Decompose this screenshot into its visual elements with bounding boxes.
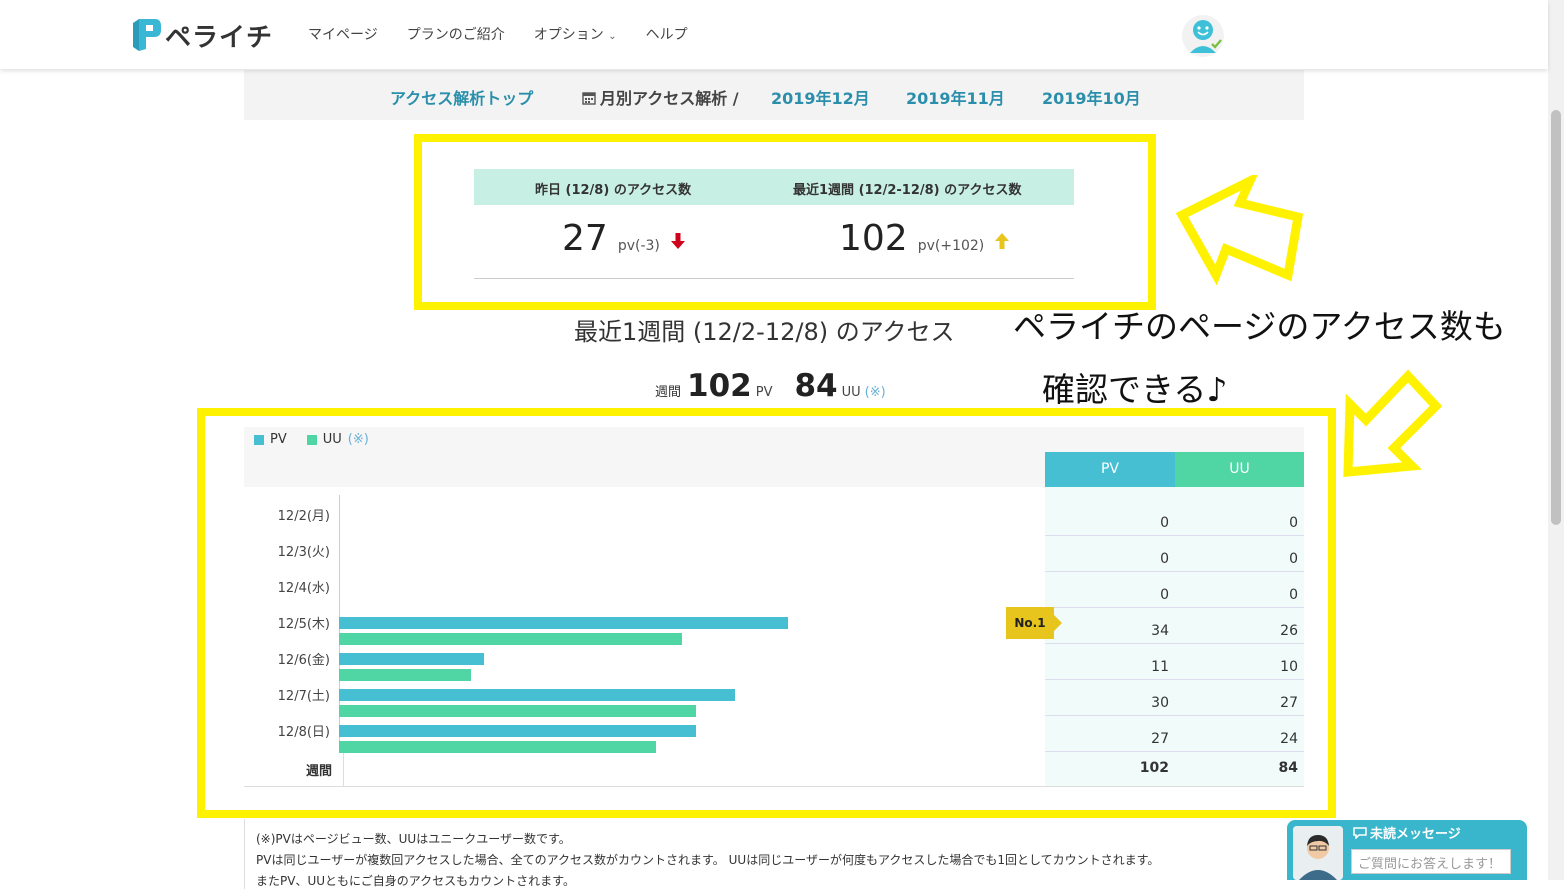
highlight-box-stats [414,134,1156,310]
logo[interactable]: ペライチ [133,16,273,54]
footnote-1: (※)PVはページビュー数、UUはユニークユーザー数です。 [256,832,571,846]
user-avatar-icon[interactable] [1182,15,1224,57]
highlight-box-chart [197,408,1336,818]
nav-options[interactable]: オプション ⌄ [534,24,617,44]
chat-bubble-icon [1353,827,1367,840]
chat-widget[interactable]: 未読メッセージ ご質問にお答えします！ [1287,820,1527,880]
monthly-access-label: 月別アクセス解析 / [582,85,739,109]
calendar-icon [582,92,596,105]
chat-title: 未読メッセージ [1353,823,1461,842]
main-nav: マイページ プランのご紹介 オプション ⌄ ヘルプ [308,24,688,44]
week-summary: 週間 102 PV 84 UU (※) [655,368,886,404]
chat-question-input[interactable]: ご質問にお答えします！ [1351,849,1511,874]
page-scrollbar[interactable] [1548,0,1564,880]
access-subnav: アクセス解析トップ 月別アクセス解析 / 2019年12月 2019年11月 2… [244,70,1304,120]
month-link-2019-11[interactable]: 2019年11月 [906,85,1005,109]
support-person-icon [1293,826,1343,880]
footnote-2: PVは同じユーザーが複数回アクセスした場合、全てのアクセス数がカウントされます。… [256,853,1160,867]
chevron-down-icon: ⌄ [608,31,617,42]
week-summary-uu-unit: UU [841,385,861,400]
week-summary-pv-unit: PV [755,385,773,400]
support-avatar [1293,826,1343,880]
annotation-line-2: 確認できる♪ [1042,370,1228,409]
week-summary-uu: 84 [794,368,838,404]
month-link-2019-12[interactable]: 2019年12月 [771,85,870,109]
week-summary-note[interactable]: (※) [865,385,886,400]
scrollbar-thumb[interactable] [1551,110,1561,525]
access-top-link[interactable]: アクセス解析トップ [390,85,533,109]
annotation-line-1: ペライチのページのアクセス数も [1013,307,1506,346]
annotation-arrow-lower-icon [1343,369,1443,477]
top-header: ペライチ マイページ プランのご紹介 オプション ⌄ ヘルプ [0,0,1548,69]
nav-options-label: オプション [533,27,604,43]
footnotes: (※)PVはページビュー数、UUはユニークユーザー数です。 PVは同じユーザーが… [244,819,1305,889]
week-access-title: 最近1週間 (12/2-12/8) のアクセス [574,318,955,346]
nav-plans[interactable]: プランのご紹介 [407,24,505,44]
chat-title-text: 未読メッセージ [1370,827,1461,842]
logo-mark-icon [133,19,161,51]
month-link-2019-10[interactable]: 2019年10月 [1042,85,1141,109]
week-summary-label: 週間 [655,385,682,400]
monthly-access-text: 月別アクセス解析 / [600,89,739,108]
week-summary-pv: 102 [687,368,752,404]
annotation-arrow-upper-icon [1176,175,1304,285]
logo-text: ペライチ [165,22,274,53]
nav-mypage[interactable]: マイページ [308,24,378,44]
footnote-3: またPV、UUともにご自身のアクセスもカウントされます。 [256,874,575,888]
nav-help[interactable]: ヘルプ [646,24,688,44]
